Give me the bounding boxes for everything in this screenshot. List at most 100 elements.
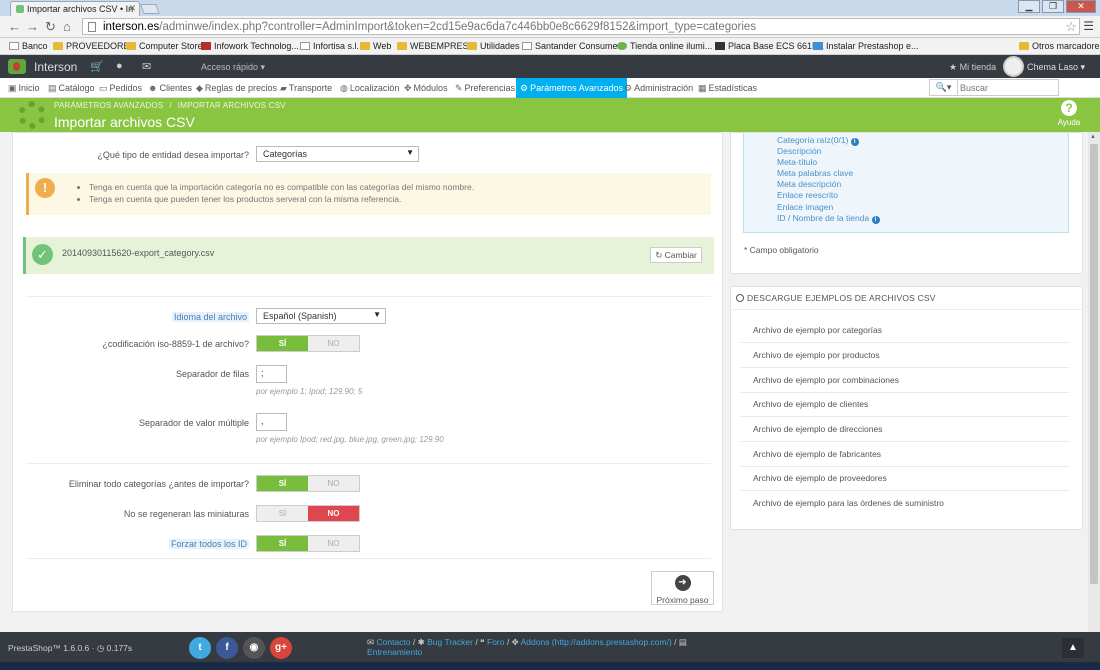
nav-item-administracion[interactable]: ⚙ Administración xyxy=(624,78,693,98)
nav-item-preferencias[interactable]: ✎ Preferencias xyxy=(455,78,515,98)
forum-link[interactable]: Foro xyxy=(487,637,504,647)
twitter-icon[interactable]: t xyxy=(189,637,211,659)
field-item[interactable]: Enlace imagen xyxy=(777,202,880,213)
delete-switch[interactable]: SÍ NO xyxy=(256,475,360,492)
nav-item-parametros-avanzados[interactable]: ⚙ Parámetros Avanzados xyxy=(516,78,627,98)
page-scrollbar[interactable]: ▲ xyxy=(1088,132,1100,632)
bookmark-item[interactable]: Placa Base ECS 661F... xyxy=(715,41,824,51)
bookmark-item[interactable]: Banco xyxy=(9,41,48,51)
nav-item-reglas[interactable]: ◆ Reglas de precios xyxy=(196,78,277,98)
force-ids-switch[interactable]: SÍ NO xyxy=(256,535,360,552)
address-bar[interactable]: interson.es/adminwe/index.php?controller… xyxy=(82,18,1080,35)
github-icon[interactable]: ◉ xyxy=(243,637,265,659)
shop-name[interactable]: Interson xyxy=(34,60,77,74)
info-icon[interactable]: i xyxy=(850,138,859,146)
field-item[interactable]: Enlace reescrito xyxy=(777,190,880,201)
field-item[interactable]: Meta palabras clave xyxy=(777,168,880,179)
field-item[interactable]: Meta-título xyxy=(777,157,880,168)
google-plus-icon[interactable]: g+ xyxy=(270,637,292,659)
breadcrumb-item[interactable]: PARÁMETROS AVANZADOS xyxy=(54,101,163,110)
sample-file-link[interactable]: Archivo de ejemplo para las órdenes de s… xyxy=(741,491,1069,516)
maximize-icon[interactable]: ❐ xyxy=(1042,0,1064,13)
bookmark-item[interactable]: Infortisa s.l. xyxy=(300,41,359,51)
home-icon[interactable]: ⌂ xyxy=(63,19,71,34)
mail-icon[interactable]: ✉ xyxy=(142,60,151,73)
scroll-up-icon[interactable]: ▲ xyxy=(1090,134,1096,140)
switch-no[interactable]: NO xyxy=(308,536,359,551)
bookmark-item[interactable]: Santander Consumer xyxy=(522,41,621,51)
nav-item-modulos[interactable]: ✥ Módulos xyxy=(404,78,448,98)
sample-file-link[interactable]: Archivo de ejemplo de direcciones xyxy=(741,417,1069,442)
quick-access-dropdown[interactable]: Acceso rápido ▾ xyxy=(201,62,265,73)
nav-item-inicio[interactable]: ▣ Inicio xyxy=(8,78,40,98)
switch-yes[interactable]: SÍ xyxy=(257,506,308,521)
user-icon[interactable]: ● xyxy=(116,60,123,72)
bookmark-item[interactable]: Tienda online ilumi... xyxy=(617,41,712,51)
close-tab-icon[interactable]: ✕ xyxy=(128,3,136,14)
bookmark-item[interactable]: WEBEMPRESA xyxy=(397,41,475,51)
switch-yes[interactable]: SÍ xyxy=(257,476,308,491)
nav-item-localizacion[interactable]: ◍ Localización xyxy=(340,78,399,98)
multi-separator-input[interactable]: , xyxy=(256,413,287,431)
contact-link[interactable]: Contacto xyxy=(377,637,411,647)
new-tab-button[interactable] xyxy=(140,4,160,14)
sample-file-link[interactable]: Archivo de ejemplo de fabricantes xyxy=(741,442,1069,467)
help-button[interactable]: ? Ayuda xyxy=(1056,100,1082,127)
close-window-icon[interactable]: ✕ xyxy=(1066,0,1096,13)
field-item[interactable]: Descripción xyxy=(777,146,880,157)
iso-switch[interactable]: SÍ NO xyxy=(256,335,360,352)
sample-file-link[interactable]: Archivo de ejemplo de proveedores xyxy=(741,466,1069,491)
row-separator-input[interactable]: ; xyxy=(256,365,287,383)
browser-menu-icon[interactable]: ☰ xyxy=(1083,19,1094,33)
training-link[interactable]: Entrenamiento xyxy=(367,647,422,657)
search-input[interactable] xyxy=(960,81,1056,94)
bookmark-item[interactable]: Infowork Technolog... xyxy=(201,41,299,51)
cart-icon[interactable]: 🛒 xyxy=(90,60,104,73)
next-step-button[interactable]: ➜ Próximo paso xyxy=(651,571,714,605)
addons-link[interactable]: Addons (http://addons.prestashop.com/) xyxy=(521,637,672,647)
regen-switch[interactable]: SÍ NO xyxy=(256,505,360,522)
breadcrumb-item[interactable]: IMPORTAR ARCHIVOS CSV xyxy=(178,101,286,110)
switch-no[interactable]: NO xyxy=(308,336,359,351)
bookmark-item[interactable]: Otros marcadores xyxy=(1019,41,1100,51)
facebook-icon[interactable]: f xyxy=(216,637,238,659)
info-icon[interactable]: i xyxy=(871,215,880,224)
sample-file-link[interactable]: Archivo de ejemplo por categorías xyxy=(741,318,1069,343)
switch-no[interactable]: NO xyxy=(308,476,359,491)
my-store-link[interactable]: ★ Mi tienda xyxy=(949,62,996,73)
bookmark-star-icon[interactable]: ☆ xyxy=(1065,19,1077,34)
nav-item-estadisticas[interactable]: ▦ Estadísticas xyxy=(698,78,757,98)
nav-item-clientes[interactable]: ☻ Clientes xyxy=(148,78,192,98)
scrollbar-thumb[interactable] xyxy=(1090,144,1098,584)
language-select[interactable]: Español (Spanish) ▼ xyxy=(256,308,386,324)
field-item[interactable]: Meta descripción xyxy=(777,179,880,190)
sample-file-link[interactable]: Archivo de ejemplo por combinaciones xyxy=(741,368,1069,393)
prestashop-logo-icon[interactable] xyxy=(8,59,26,74)
bug-tracker-link[interactable]: Bug Tracker xyxy=(427,637,473,647)
switch-no[interactable]: NO xyxy=(308,506,359,521)
back-icon[interactable]: ← xyxy=(8,19,21,34)
entity-select[interactable]: Categorías ▼ xyxy=(256,146,419,162)
switch-yes[interactable]: SÍ xyxy=(257,536,308,551)
back-to-top-button[interactable]: ▲ xyxy=(1062,638,1084,658)
reload-icon[interactable]: ↻ xyxy=(45,19,56,35)
field-item[interactable]: Categoría raíz(0/1) i xyxy=(777,135,880,146)
browser-tab[interactable]: Importar archivos CSV • In ✕ xyxy=(10,1,140,16)
change-file-button[interactable]: ↻ Cambiar xyxy=(650,247,702,263)
minimize-icon[interactable]: ▁ xyxy=(1018,0,1040,13)
bookmark-item[interactable]: PROVEEDORES xyxy=(53,41,136,51)
sample-file-link[interactable]: Archivo de ejemplo de clientes xyxy=(741,392,1069,417)
avatar[interactable] xyxy=(1003,56,1024,77)
search-icon[interactable]: 🔍▾ xyxy=(930,80,958,95)
bookmark-item[interactable]: Instalar Prestashop e... xyxy=(813,41,919,51)
nav-item-pedidos[interactable]: ▭ Pedidos xyxy=(99,78,142,98)
sample-file-link[interactable]: Archivo de ejemplo por productos xyxy=(741,343,1069,368)
user-menu[interactable]: Chema Laso ▾ xyxy=(1027,62,1085,73)
nav-item-transporte[interactable]: ▰ Transporte xyxy=(280,78,332,98)
field-item[interactable]: ID / Nombre de la tienda i xyxy=(777,213,880,224)
nav-item-catalogo[interactable]: ▤ Catálogo xyxy=(48,78,95,98)
forward-icon[interactable]: → xyxy=(26,19,39,34)
bookmark-item[interactable]: Computer Store xyxy=(126,41,203,51)
switch-yes[interactable]: SÍ xyxy=(257,336,308,351)
bookmark-item[interactable]: Utilidades xyxy=(467,41,520,51)
